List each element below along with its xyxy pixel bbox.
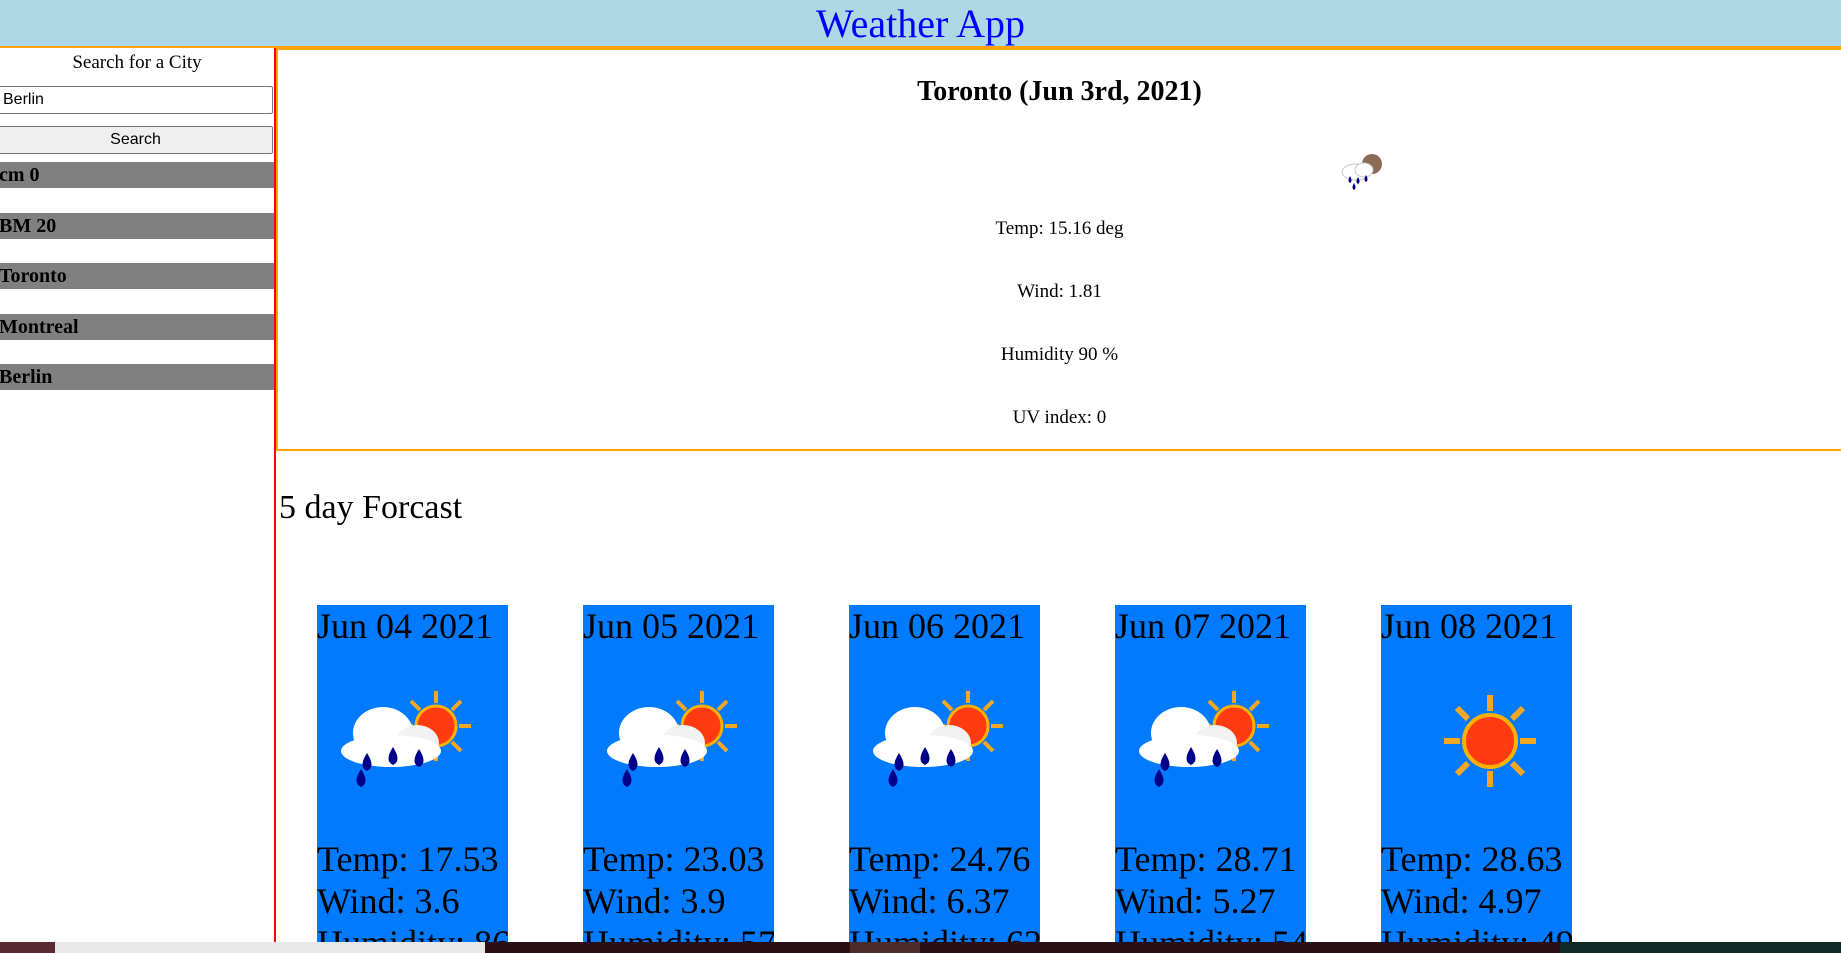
forecast-temp: Temp: 28.71 xyxy=(1115,839,1297,879)
history-item-label: Berlin xyxy=(0,366,53,388)
forecast-wind: Wind: 5.27 xyxy=(1115,881,1276,921)
history-item[interactable]: Toronto xyxy=(0,263,274,289)
rain-sun-icon xyxy=(331,681,481,811)
forecast-card: Jun 07 2021 Temp: 28.71 Wind: 5.27 Humid… xyxy=(1115,605,1306,953)
sun-icon xyxy=(1395,681,1545,811)
history-item[interactable]: Berlin xyxy=(0,364,274,390)
forecast-wind: Wind: 6.37 xyxy=(849,881,1010,921)
forecast-wind: Wind: 4.97 xyxy=(1381,881,1542,921)
forecast-date: Jun 07 2021 xyxy=(1115,606,1292,646)
taskbar-segment xyxy=(55,942,485,953)
forecast-card: Jun 08 2021 Temp: 28.63 Wind: 4.97 Humid… xyxy=(1381,605,1572,953)
forecast-date: Jun 05 2021 xyxy=(583,606,760,646)
taskbar-segment xyxy=(1560,942,1841,953)
history-item[interactable]: Montreal xyxy=(0,314,274,340)
forecast-wind: Wind: 3.9 xyxy=(583,881,726,921)
history-item-label: BM 20 xyxy=(0,215,57,237)
forecast-card: Jun 05 2021 Temp: 23.03 Wind: 3.9 Humidi… xyxy=(583,605,774,953)
app-title: Weather App xyxy=(816,1,1025,46)
search-heading: Search for a City xyxy=(72,52,202,73)
forecast-card: Jun 04 2021 Temp: 17.53 Wind: 3.6 Humidi… xyxy=(317,605,508,953)
current-uv-index: UV index: 0 xyxy=(1012,407,1107,428)
rain-sun-icon xyxy=(1336,146,1388,198)
rain-sun-icon xyxy=(1129,681,1279,811)
current-city-date: Toronto (Jun 3rd, 2021) xyxy=(917,76,1202,107)
taskbar xyxy=(0,942,1841,953)
current-wind: Wind: 1.81 xyxy=(1017,281,1102,302)
history-item[interactable]: cm 0 xyxy=(0,162,274,188)
forecast-temp: Temp: 24.76 xyxy=(849,839,1031,879)
history-item-label: Montreal xyxy=(0,316,79,338)
search-input[interactable] xyxy=(0,86,273,114)
rain-sun-icon xyxy=(863,681,1013,811)
history-item-label: Toronto xyxy=(0,265,67,287)
forecast-date: Jun 06 2021 xyxy=(849,606,1026,646)
sidebar: Search for a City Search cm 0 BM 20 Toro… xyxy=(0,48,276,953)
history-item[interactable]: BM 20 xyxy=(0,213,274,239)
current-humidity: Humidity 90 % xyxy=(1000,344,1119,365)
forecast-temp: Temp: 28.63 xyxy=(1381,839,1563,879)
forecast-card: Jun 06 2021 Temp: 24.76 Wind: 6.37 Humid… xyxy=(849,605,1040,953)
history-item-label: cm 0 xyxy=(0,164,40,186)
taskbar-segment xyxy=(850,942,920,953)
forecast-temp: Temp: 17.53 xyxy=(317,839,499,879)
current-weather-panel: Toronto (Jun 3rd, 2021) Temp: 15.16 deg … xyxy=(276,48,1841,451)
forecast-wind: Wind: 3.6 xyxy=(317,881,460,921)
taskbar-segment xyxy=(0,942,55,953)
forecast-date: Jun 08 2021 xyxy=(1381,606,1558,646)
forecast-date: Jun 04 2021 xyxy=(317,606,494,646)
forecast-temp: Temp: 23.03 xyxy=(583,839,765,879)
rain-sun-icon xyxy=(597,681,747,811)
forecast-heading: 5 day Forcast xyxy=(279,489,463,526)
current-temp: Temp: 15.16 deg xyxy=(995,218,1124,239)
app-header: Weather App xyxy=(0,0,1841,48)
search-button[interactable]: Search xyxy=(0,126,273,154)
